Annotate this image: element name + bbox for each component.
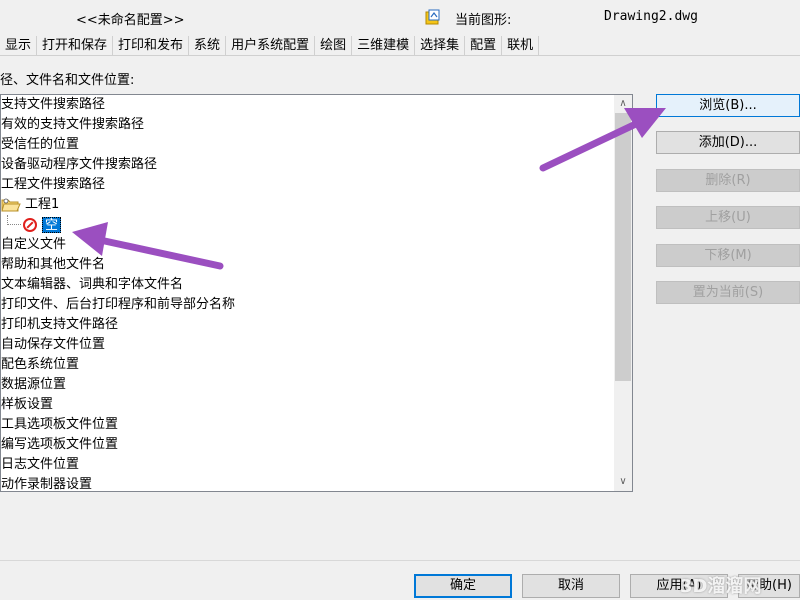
section-label: 径、文件名和文件位置: <box>0 73 135 88</box>
tree-item-project[interactable]: 工程1 <box>1 195 614 215</box>
add-button[interactable]: 添加(D)... <box>656 131 800 154</box>
scroll-thumb[interactable] <box>615 113 631 381</box>
browse-button[interactable]: 浏览(B)... <box>656 94 800 117</box>
remove-button[interactable]: 删除(R) <box>656 169 800 192</box>
tree-item[interactable]: 工程文件搜索路径 <box>1 175 614 195</box>
tree-item[interactable]: 支持文件搜索路径 <box>1 95 614 115</box>
tree-item[interactable]: 样板设置 <box>1 395 614 415</box>
tab-open-save[interactable]: 打开和保存 <box>37 36 114 56</box>
tree-item[interactable]: 日志文件位置 <box>1 455 614 475</box>
tree-item[interactable]: 受信任的位置 <box>1 135 614 155</box>
tab-plot-publish[interactable]: 打印和发布 <box>113 36 190 56</box>
tree-item[interactable]: 配色系统位置 <box>1 355 614 375</box>
tree-item[interactable]: 自动保存文件位置 <box>1 335 614 355</box>
tab-selection[interactable]: 选择集 <box>415 36 466 56</box>
ok-button[interactable]: 确定 <box>414 574 512 598</box>
options-tab-bar: 显示 打开和保存 打印和发布 系统 用户系统配置 绘图 三维建模 选择集 配置 … <box>0 36 800 56</box>
tree-scrollbar[interactable]: ∧ ∨ <box>614 95 632 491</box>
tab-user-preferences[interactable]: 用户系统配置 <box>226 36 316 56</box>
tree-item[interactable]: 有效的支持文件搜索路径 <box>1 115 614 135</box>
tab-online[interactable]: 联机 <box>502 36 540 56</box>
tree-item[interactable]: 工具选项板文件位置 <box>1 415 614 435</box>
tree-item[interactable]: 自定义文件 <box>1 235 614 255</box>
options-header: <<未命名配置>> 当前图形: Drawing2.dwg <box>0 0 800 36</box>
tree-item[interactable]: 打印文件、后台打印程序和前导部分名称 <box>1 295 614 315</box>
tree-connector <box>7 215 21 225</box>
tree-item[interactable]: 打印机支持文件路径 <box>1 315 614 335</box>
current-drawing-label: 当前图形: <box>455 13 512 28</box>
no-entry-icon <box>23 218 37 232</box>
watermark-logo: 3D溜溜网 <box>680 576 762 597</box>
tab-display[interactable]: 显示 <box>0 36 38 56</box>
tree-item[interactable]: 设备驱动程序文件搜索路径 <box>1 155 614 175</box>
scroll-up-icon[interactable]: ∧ <box>614 95 632 113</box>
tree-item[interactable]: 帮助和其他文件名 <box>1 255 614 275</box>
move-up-button[interactable]: 上移(U) <box>656 206 800 229</box>
cancel-button[interactable]: 取消 <box>522 574 620 598</box>
tree-item[interactable]: 数据源位置 <box>1 375 614 395</box>
empty-path-label: 空 <box>42 217 62 233</box>
drawing-file-icon <box>425 9 440 25</box>
tree-item[interactable]: 编写选项板文件位置 <box>1 435 614 455</box>
scroll-down-icon[interactable]: ∨ <box>614 473 632 491</box>
move-down-button[interactable]: 下移(M) <box>656 244 800 267</box>
file-location-tree[interactable]: 支持文件搜索路径 有效的支持文件搜索路径 受信任的位置 设备驱动程序文件搜索路径… <box>0 94 633 492</box>
tree-item-empty-path[interactable]: 空 <box>1 215 614 235</box>
open-folder-icon <box>1 198 21 212</box>
project-label: 工程1 <box>25 197 60 212</box>
tree-item[interactable]: 文本编辑器、词典和字体文件名 <box>1 275 614 295</box>
set-current-button[interactable]: 置为当前(S) <box>656 281 800 304</box>
current-profile-label: <<未命名配置>> <box>76 13 185 28</box>
tree-item[interactable]: 动作录制器设置 <box>1 475 614 491</box>
tab-drafting[interactable]: 绘图 <box>315 36 353 56</box>
current-drawing-name: Drawing2.dwg <box>604 9 698 24</box>
footer-divider <box>0 560 800 561</box>
tab-system[interactable]: 系统 <box>189 36 227 56</box>
tree-list: 支持文件搜索路径 有效的支持文件搜索路径 受信任的位置 设备驱动程序文件搜索路径… <box>1 95 614 491</box>
tab-profiles[interactable]: 配置 <box>465 36 503 56</box>
tab-3d-modeling[interactable]: 三维建模 <box>352 36 416 56</box>
